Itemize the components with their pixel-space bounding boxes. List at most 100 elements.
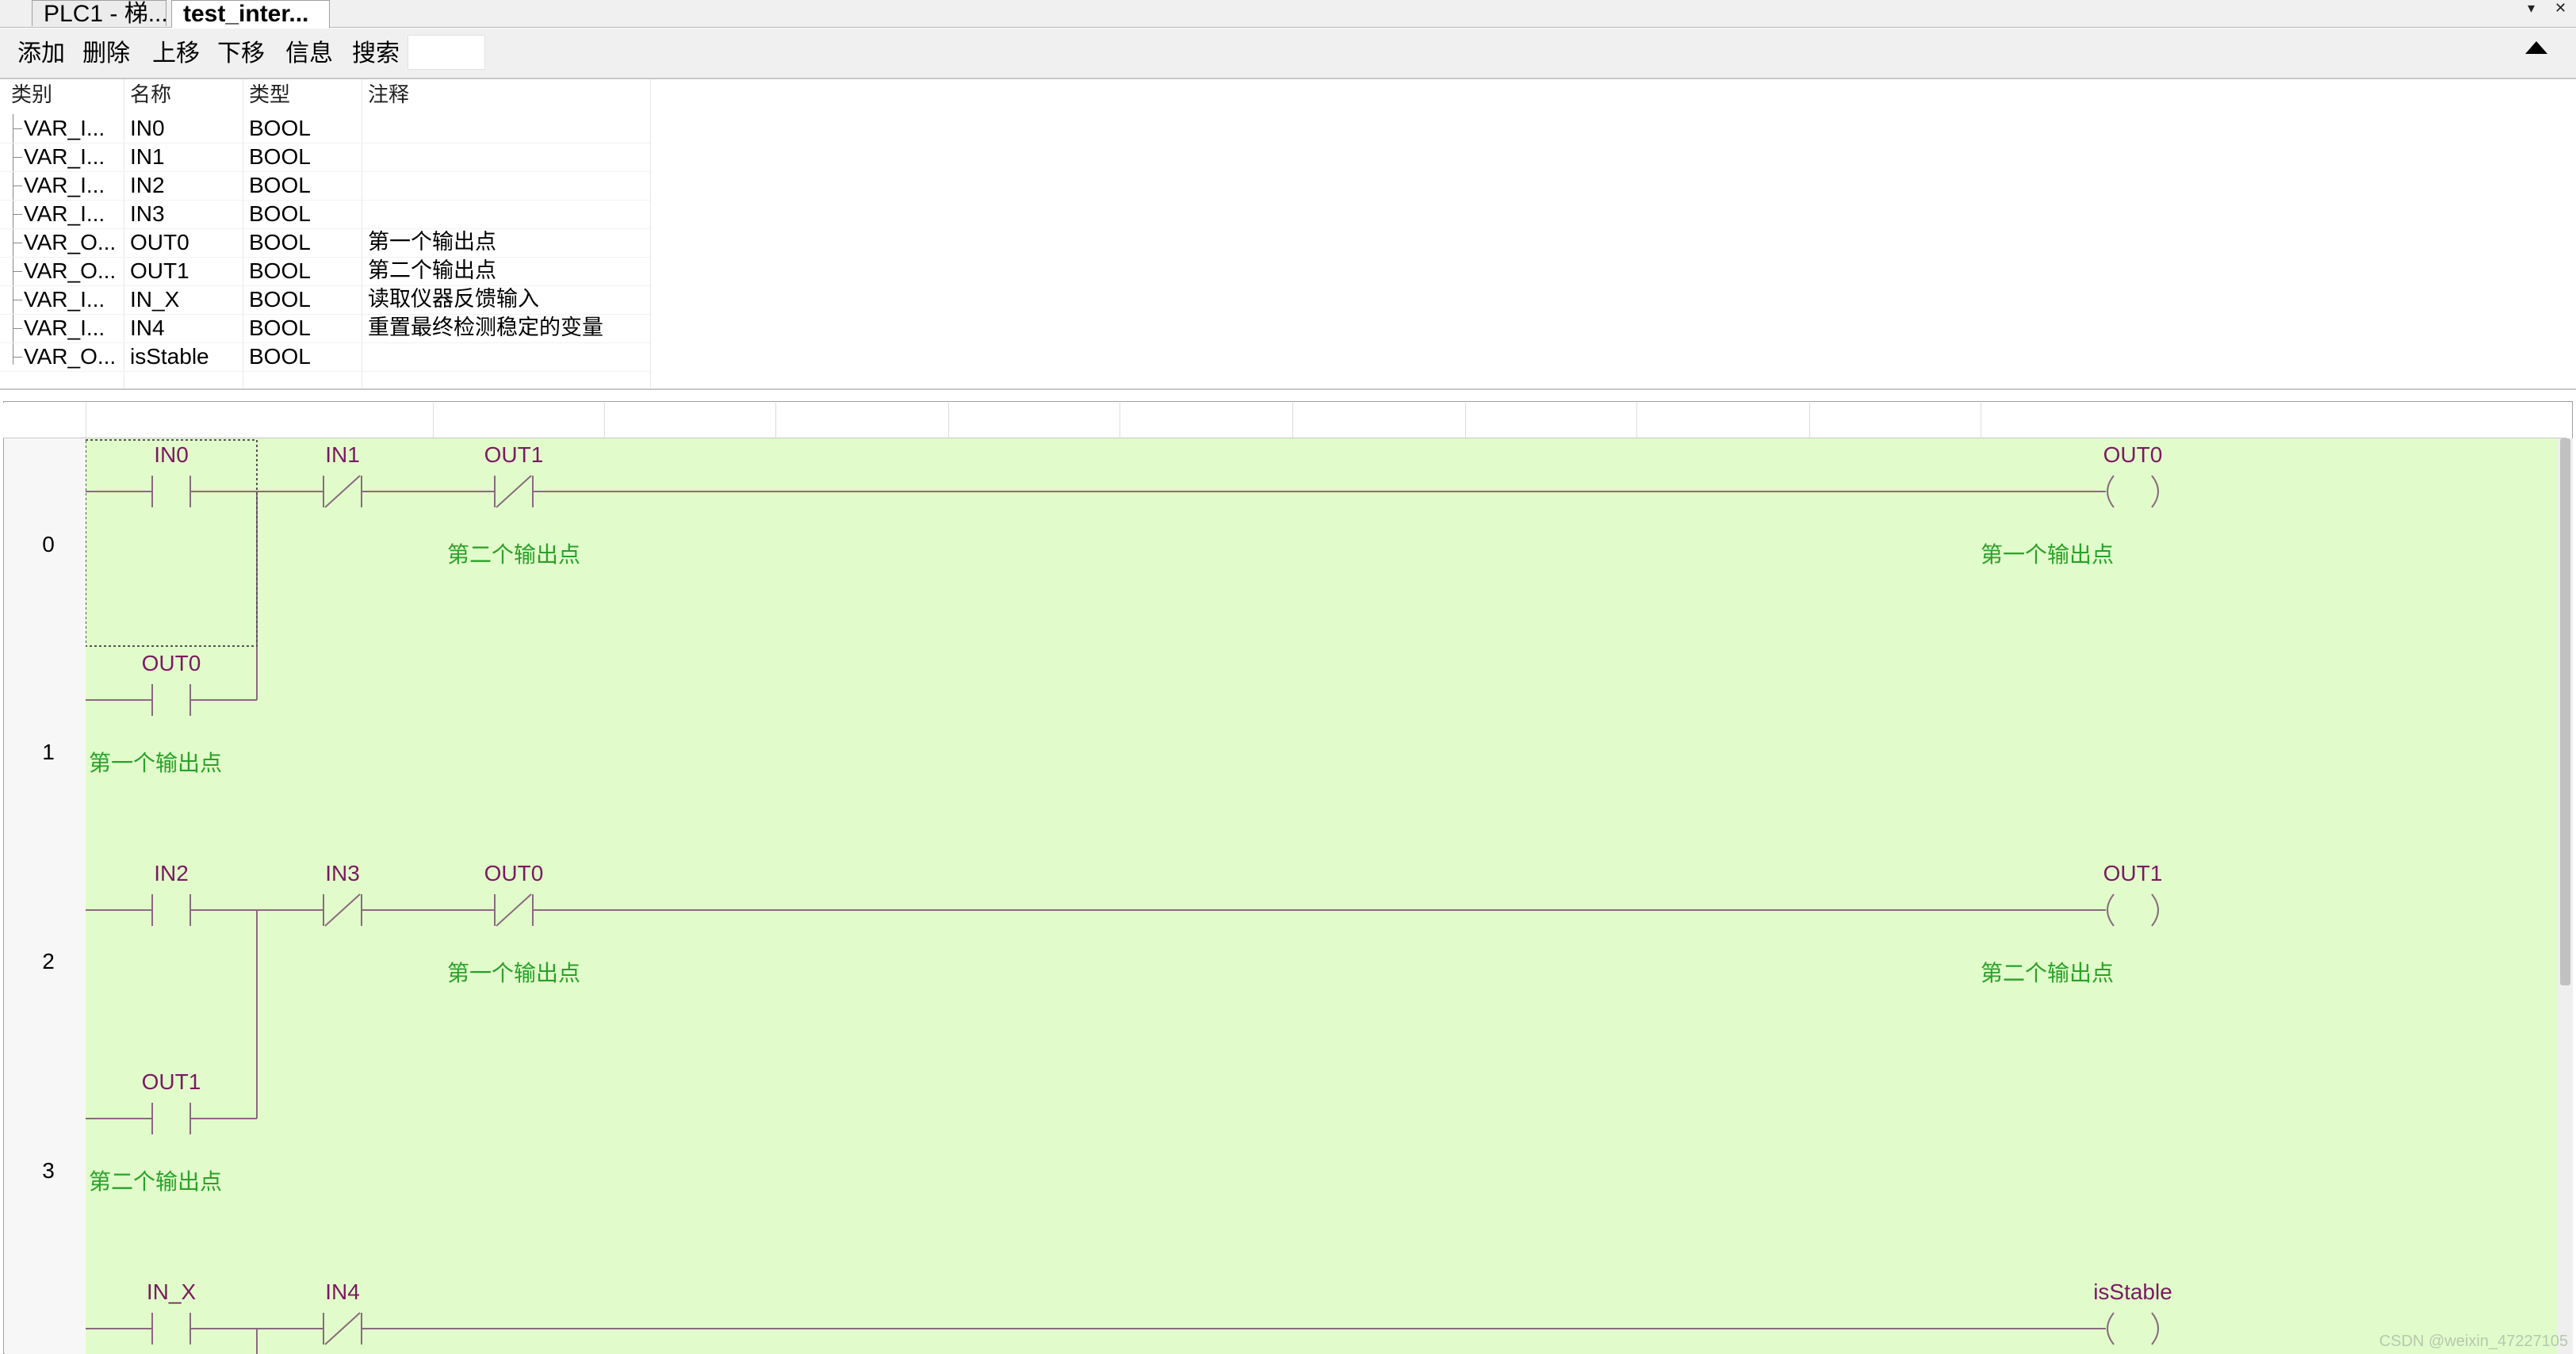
watermark: CSDN @weixin_47227105: [2379, 1333, 2568, 1350]
coil-comment: 第二个输出点: [1980, 960, 2115, 986]
tree-connector: [13, 328, 22, 329]
tab-plc1-ladder[interactable]: PLC1 - 梯...: [32, 0, 167, 26]
contact-comment: 第一个输出点: [446, 960, 581, 986]
cell-name: IN_X: [130, 287, 180, 312]
rung-number-gutter: 0 1 2 3: [5, 438, 87, 1354]
table-row[interactable]: VAR_O... OUT1 BOOL 第二个输出点: [0, 257, 650, 286]
cell-category: VAR_O...: [24, 344, 117, 369]
column-grid-line: [1809, 403, 1810, 438]
header-name[interactable]: 名称: [130, 81, 171, 109]
contact-label[interactable]: OUT1: [484, 442, 544, 468]
move-up-button[interactable]: 上移: [149, 38, 203, 70]
collapse-panel-icon[interactable]: [2525, 41, 2547, 54]
row-number: 3: [42, 1158, 55, 1183]
cell-category: VAR_I...: [24, 144, 105, 169]
cell-category: VAR_O...: [24, 230, 117, 254]
variable-table: 类别 名称 类型 注释 VAR_I... IN0 BOOL VAR_I... IN1 BO…: [0, 79, 2576, 390]
add-button[interactable]: 添加: [14, 38, 68, 70]
table-row[interactable]: VAR_I... IN4 BOOL 重置最终检测稳定的变量: [0, 314, 650, 343]
ladder-diagram: [86, 438, 2558, 1354]
header-type[interactable]: 类型: [249, 81, 290, 109]
cell-name: IN0: [130, 116, 165, 140]
contact-label[interactable]: IN3: [325, 861, 360, 886]
tree-connector: [13, 157, 22, 158]
info-button[interactable]: 信息: [282, 38, 336, 70]
cell-name: IN2: [130, 173, 165, 197]
cell-category: VAR_I...: [24, 201, 105, 226]
cell-category: VAR_O...: [24, 258, 117, 283]
delete-button[interactable]: 删除: [79, 38, 133, 70]
header-comment[interactable]: 注释: [368, 81, 409, 109]
contact-label[interactable]: IN1: [325, 442, 360, 468]
scrollbar-thumb[interactable]: [2560, 438, 2570, 985]
toolbar: 添加 删除 上移 下移 信息 搜索: [0, 29, 2576, 79]
cell-comment: 第一个输出点: [368, 230, 496, 254]
column-grid-line: [948, 403, 949, 438]
cell-comment: 第二个输出点: [368, 258, 496, 283]
table-row[interactable]: VAR_I... IN0 BOOL: [0, 114, 650, 143]
tree-connector: [13, 128, 22, 129]
cell-type: BOOL: [249, 116, 311, 140]
contact-label[interactable]: IN2: [154, 861, 189, 886]
table-row[interactable]: VAR_I... IN_X BOOL 读取仪器反馈输入: [0, 285, 650, 315]
search-button[interactable]: 搜索: [349, 38, 403, 70]
cell-category: VAR_I...: [24, 316, 105, 340]
coil-label[interactable]: isStable: [2093, 1279, 2172, 1305]
contact-label[interactable]: IN4: [325, 1279, 360, 1305]
contact-label[interactable]: OUT0: [484, 861, 544, 886]
contact-comment: 第二个输出点: [446, 541, 581, 568]
column-grid-line: [1465, 403, 1466, 438]
contact-label[interactable]: IN0: [154, 442, 189, 468]
row-number: 2: [42, 949, 55, 973]
cell-type: BOOL: [249, 258, 311, 283]
close-icon[interactable]: ✕: [2555, 0, 2566, 17]
tree-connector: [13, 271, 22, 272]
chevron-down-icon[interactable]: ▾: [2528, 0, 2535, 17]
column-grid-line: [1292, 403, 1293, 438]
cell-type: BOOL: [249, 173, 311, 197]
cell-name: OUT1: [130, 258, 189, 283]
header-category[interactable]: 类别: [11, 81, 52, 109]
cell-type: BOOL: [249, 287, 311, 312]
table-row[interactable]: VAR_O... OUT0 BOOL 第一个输出点: [0, 228, 650, 258]
cell-comment: 重置最终检测稳定的变量: [368, 316, 603, 340]
contact-comment: 第一个输出点: [89, 750, 223, 776]
ladder-canvas[interactable]: IN0 IN1 OUT1 第二个输出点 OUT0 第一个输出点 OUT0 第一个输出点 IN2 I…: [86, 438, 2558, 1354]
cell-type: BOOL: [249, 144, 311, 169]
cell-type: BOOL: [249, 201, 311, 226]
coil-label[interactable]: OUT0: [2103, 442, 2163, 468]
column-grid-line: [433, 403, 434, 438]
row-number: 1: [42, 740, 55, 764]
contact-label[interactable]: OUT0: [142, 651, 201, 676]
table-header: 类别 名称 类型 注释: [0, 81, 650, 109]
search-input[interactable]: [408, 35, 485, 70]
column-grid-line: [775, 403, 776, 438]
table-row[interactable]: VAR_O... isStable BOOL: [0, 342, 650, 372]
contact-label[interactable]: IN_X: [147, 1279, 196, 1305]
column-divider: [650, 79, 651, 388]
tab-test-interlock[interactable]: test_inter...: [171, 0, 330, 28]
ladder-column-header: [3, 403, 2566, 438]
coil-comment: 第一个输出点: [1980, 541, 2115, 568]
cell-name: IN3: [130, 201, 165, 226]
cell-name: isStable: [130, 344, 209, 369]
tab-strip: PLC1 - 梯... test_inter... ▾ ✕: [0, 0, 2576, 28]
coil-label[interactable]: OUT1: [2103, 861, 2163, 886]
cell-name: IN4: [130, 316, 165, 340]
cell-category: VAR_I...: [24, 173, 105, 197]
cell-type: BOOL: [249, 230, 311, 254]
cell-name: OUT0: [130, 230, 189, 254]
table-row[interactable]: VAR_I... IN1 BOOL: [0, 143, 650, 172]
move-down-button[interactable]: 下移: [214, 38, 268, 70]
cell-name: IN1: [130, 144, 165, 169]
table-row[interactable]: VAR_I... IN2 BOOL: [0, 171, 650, 201]
column-grid-line: [604, 403, 605, 438]
table-row[interactable]: VAR_I... IN3 BOOL: [0, 200, 650, 229]
vertical-scrollbar[interactable]: [2558, 438, 2573, 1354]
row-number: 0: [42, 532, 55, 557]
cell-type: BOOL: [249, 344, 311, 369]
contact-label[interactable]: OUT1: [142, 1069, 201, 1095]
column-grid-line: [1636, 403, 1637, 438]
tree-connector: [13, 357, 22, 358]
cell-category: VAR_I...: [24, 287, 105, 312]
